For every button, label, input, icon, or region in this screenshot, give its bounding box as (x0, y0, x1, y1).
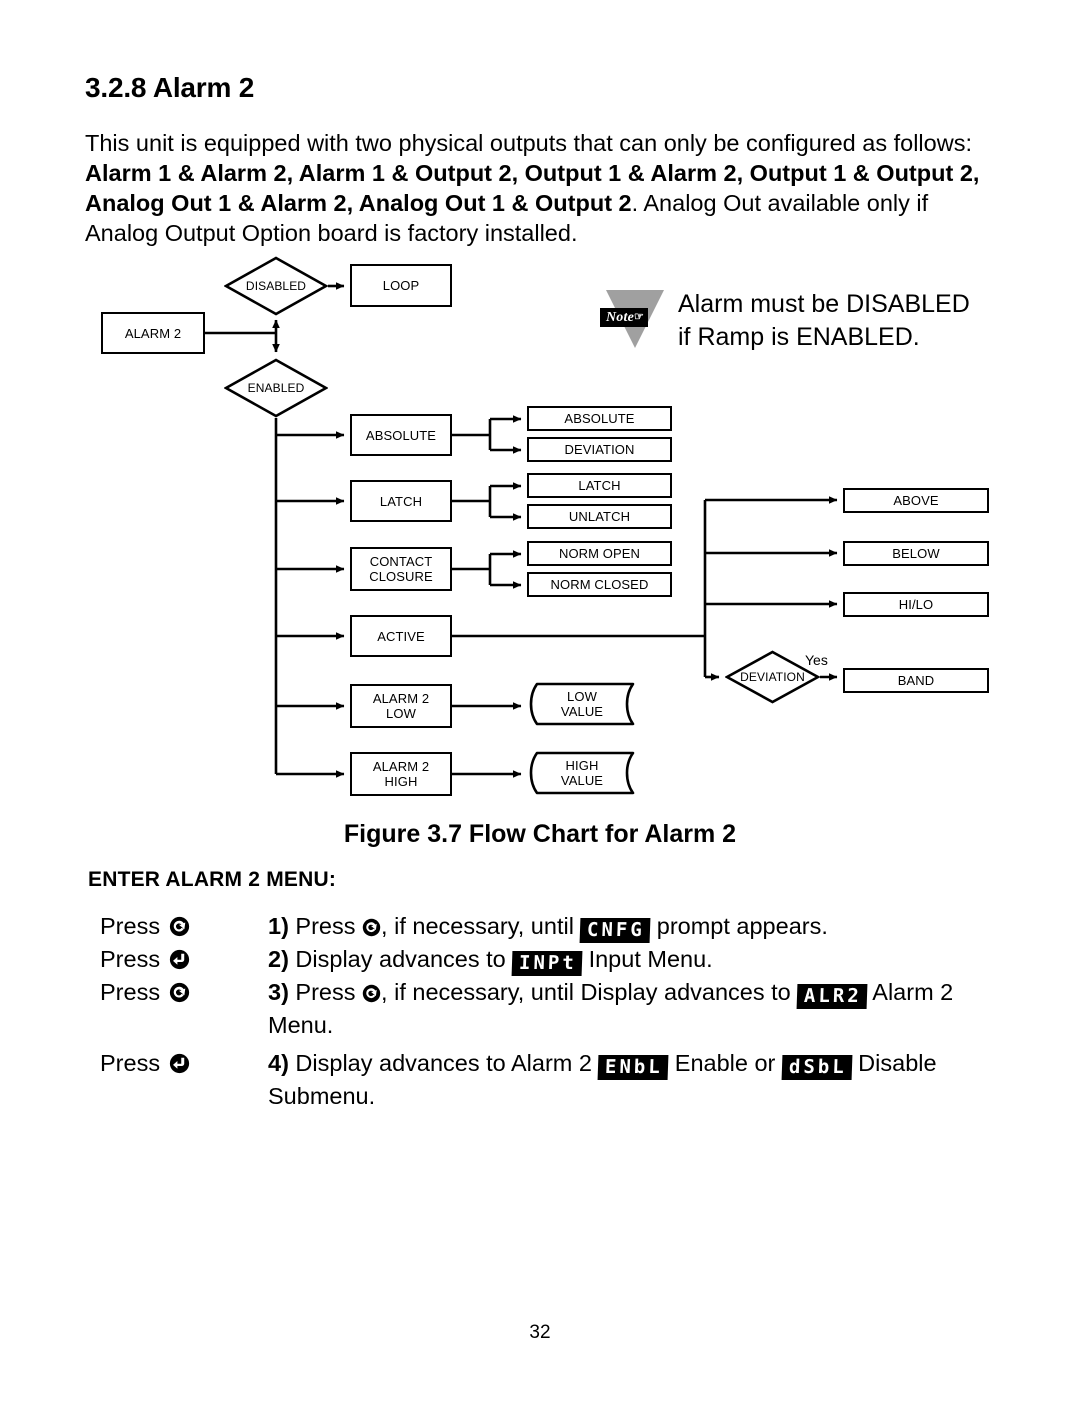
flowchart-node-label: LOOP (382, 278, 420, 293)
instruction-number: 1) (268, 913, 289, 939)
press-label: Press (100, 946, 161, 972)
instruction-number: 4) (268, 1050, 289, 1076)
flowchart-node-label: BELOW (892, 546, 940, 561)
flowchart-node-label: ENABLED (247, 380, 305, 395)
flowchart-node-band: BAND (843, 668, 989, 693)
flowchart-node-enabled: ENABLED (224, 358, 328, 418)
flowchart-node-contact-opt1: NORM OPEN (527, 541, 672, 566)
figure-caption: Figure 3.7 Flow Chart for Alarm 2 (343, 820, 737, 848)
note-label: Note☞ (600, 308, 649, 327)
instruction-text-run: , if necessary, until Display advances t… (381, 979, 798, 1005)
flowchart-node-label: ALARM 2 HIGH (372, 759, 430, 789)
flowchart-node-lowvalue: LOW VALUE (527, 682, 637, 726)
note-callout: Note☞ Alarm must be DISABLED if Ramp is … (600, 288, 1000, 368)
intro-paragraph: This unit is equipped with two physical … (85, 128, 990, 248)
flowchart-node-highvalue: HIGH VALUE (527, 751, 637, 795)
lcd-display-inpt: INPt (511, 951, 583, 976)
flowchart-node-alarm2: ALARM 2 (101, 312, 205, 354)
enter-key-icon[interactable] (169, 949, 190, 970)
instruction-text-run: prompt appears. (650, 913, 828, 939)
instruction-text-run: Display advances to (288, 946, 513, 972)
advance-key-icon[interactable] (169, 982, 190, 1003)
lcd-display-cnfg: CNFG (580, 918, 651, 943)
advance-key-icon[interactable] (362, 918, 381, 937)
instruction-number: 3) (268, 979, 289, 1005)
flowchart-node-label: LATCH (578, 478, 621, 493)
flowchart-node-label: LATCH (379, 493, 423, 509)
flowchart-node-label: ACTIVE (377, 628, 425, 644)
flowchart-node-contact: CONTACT CLOSURE (350, 547, 452, 591)
instruction-number: 2) (268, 946, 289, 972)
press-label: Press (100, 913, 161, 939)
lcd-display-dsbl: dSbL (781, 1055, 853, 1080)
menu-heading: ENTER ALARM 2 MENU: (88, 868, 337, 891)
flowchart-node-latch: LATCH (350, 480, 452, 522)
instruction-row: Press 4) Display advances to Alarm 2 ENbL… (100, 1047, 1020, 1112)
flowchart-node-label: ABOVE (893, 493, 939, 508)
flowchart-node-loop: LOOP (350, 264, 452, 307)
flowchart-node-active: ACTIVE (350, 615, 452, 657)
flowchart-node-absolute-opt1: ABSOLUTE (527, 406, 672, 431)
flowchart-node-absolute: ABSOLUTE (350, 414, 452, 456)
flowchart-node-label: CONTACT CLOSURE (369, 554, 433, 584)
flowchart-node-label: UNLATCH (568, 509, 631, 524)
flowchart-node-above: ABOVE (843, 488, 989, 513)
flowchart-node-label: ALARM 2 LOW (372, 691, 430, 721)
flowchart-node-alarm2low: ALARM 2 LOW (350, 684, 452, 728)
flowchart-node-label: DISABLED (245, 278, 307, 293)
instruction-text: 4) Display advances to Alarm 2 ENbL Enab… (268, 1047, 1020, 1112)
instruction-text-run: Press (288, 979, 363, 1005)
flowchart-node-hilo: HI/LO (843, 592, 989, 617)
instruction-text-run: Enable or (668, 1050, 782, 1076)
lcd-display-enbl: ENbL (598, 1055, 669, 1080)
instruction-text-run: Input Menu. (582, 946, 713, 972)
flowchart-node-label: ABSOLUTE (564, 411, 635, 426)
flowchart-node-alarm2high: ALARM 2 HIGH (350, 752, 452, 796)
instruction-row: Press 1) Press , if necessary, until CNFG… (100, 910, 1020, 943)
press-key-instruction: Press (100, 1047, 268, 1079)
flowchart-node-label: DEVIATION (740, 669, 805, 684)
flowchart-node-label: ALARM 2 (124, 325, 182, 341)
note-label-text: Note (606, 310, 635, 325)
flowchart-node-below: BELOW (843, 541, 989, 566)
flowchart-node-latch-opt1: LATCH (527, 473, 672, 498)
instruction-text-run: Press (288, 913, 363, 939)
advance-key-icon[interactable] (362, 984, 381, 1003)
flowchart-node-latch-opt2: UNLATCH (527, 504, 672, 529)
page-title: 3.2.8 Alarm 2 (85, 72, 255, 103)
lcd-display-alr2: ALR2 (796, 984, 868, 1009)
flowchart-edge-label-yes-label: Yes (805, 652, 828, 668)
pointing-hand-icon: ☞ (634, 311, 645, 323)
instruction-text: 1) Press , if necessary, until CNFG prom… (268, 910, 1020, 943)
press-label: Press (100, 979, 161, 1005)
flowchart-node-label: NORM CLOSED (550, 577, 649, 592)
page-number: 32 (529, 1322, 551, 1343)
enter-key-icon[interactable] (169, 1053, 190, 1074)
instruction-row: Press 2) Display advances to INPt Input M… (100, 943, 1020, 976)
flowchart-node-label: ABSOLUTE (365, 427, 437, 443)
press-key-instruction: Press (100, 976, 268, 1008)
press-key-instruction: Press (100, 910, 268, 942)
flowchart-node-label: LOW VALUE (560, 689, 604, 719)
intro-text-lead: This unit is equipped with two physical … (85, 130, 972, 156)
press-label: Press (100, 1050, 161, 1076)
flowchart-node-label: HI/LO (898, 597, 934, 612)
press-key-instruction: Press (100, 943, 268, 975)
instruction-text-run: , if necessary, until (381, 913, 581, 939)
instruction-text: 2) Display advances to INPt Input Menu. (268, 943, 1020, 976)
instruction-text: 3) Press , if necessary, until Display a… (268, 976, 1020, 1041)
instruction-row: Press 3) Press , if necessary, until Disp… (100, 976, 1020, 1041)
advance-key-icon[interactable] (169, 916, 190, 937)
flowchart-node-label: NORM OPEN (558, 546, 641, 561)
instruction-list: Press 1) Press , if necessary, until CNFG… (100, 910, 1020, 1112)
flowchart-node-label: HIGH VALUE (560, 758, 604, 788)
flowchart-node-label: DEVIATION (564, 442, 635, 457)
instruction-text-run: Display advances to Alarm 2 (288, 1050, 599, 1076)
flowchart-node-disabled: DISABLED (224, 256, 328, 316)
flowchart-node-contact-opt2: NORM CLOSED (527, 572, 672, 597)
flowchart-node-absolute-opt2: DEVIATION (527, 437, 672, 462)
note-text: Alarm must be DISABLED if Ramp is ENABLE… (678, 290, 970, 351)
flowchart-node-label: BAND (897, 673, 935, 688)
